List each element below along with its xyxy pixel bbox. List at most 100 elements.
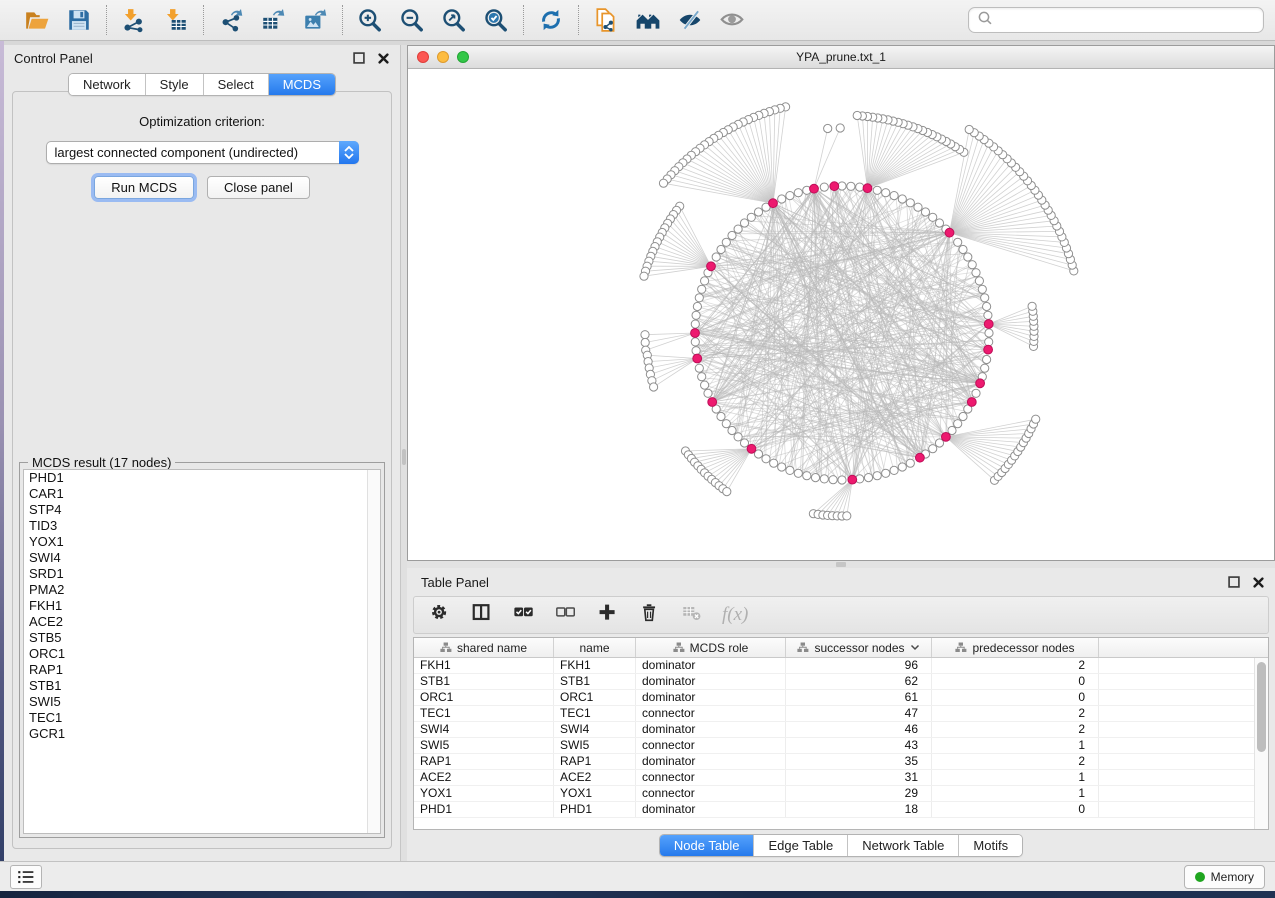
toolbar-group (524, 4, 578, 36)
delete-column-button[interactable] (638, 602, 662, 628)
table-row[interactable]: FKH1FKH1dominator962 (414, 658, 1254, 674)
search-field[interactable] (968, 7, 1264, 33)
table-row[interactable]: ORC1ORC1dominator610 (414, 690, 1254, 706)
export-network-button[interactable] (214, 4, 248, 36)
close-table-panel-icon[interactable] (1251, 575, 1265, 589)
table-scrollbar-thumb[interactable] (1257, 662, 1266, 752)
table-row[interactable]: YOX1YOX1connector291 (414, 786, 1254, 802)
table-tabs: Node TableEdge TableNetwork TableMotifs (659, 834, 1023, 857)
float-table-panel-icon[interactable] (1227, 575, 1241, 589)
mcds-result-item[interactable]: STP4 (24, 502, 380, 518)
mcds-result-item[interactable]: YOX1 (24, 534, 380, 550)
export-image-button[interactable] (298, 4, 332, 36)
search-input[interactable] (998, 12, 1255, 29)
run-mcds-button[interactable]: Run MCDS (94, 176, 194, 199)
cell: PHD1 (554, 802, 636, 817)
network-graph[interactable] (408, 69, 1274, 559)
table-row[interactable]: SWI5SWI5connector431 (414, 738, 1254, 754)
zoom-out-button[interactable] (395, 4, 429, 36)
zoom-selected-button[interactable] (479, 4, 513, 36)
mcds-result-item[interactable]: RAP1 (24, 662, 380, 678)
mcds-result-item[interactable]: TID3 (24, 518, 380, 534)
criterion-dropdown[interactable]: largest connected component (undirected) (46, 141, 359, 164)
cell: YOX1 (554, 786, 636, 801)
mcds-result-item[interactable]: SWI5 (24, 694, 380, 710)
table-row[interactable]: STB1STB1dominator620 (414, 674, 1254, 690)
hide-details-button[interactable] (673, 4, 707, 36)
export-table-button[interactable] (256, 4, 290, 36)
memory-button[interactable]: Memory (1184, 865, 1265, 889)
column-header-shared-name[interactable]: shared name (414, 638, 554, 657)
refresh-network-button[interactable] (534, 4, 568, 36)
table-row[interactable]: RAP1RAP1dominator352 (414, 754, 1254, 770)
mcds-result-item[interactable]: ORC1 (24, 646, 380, 662)
refresh-network-icon (538, 7, 564, 33)
tab-style[interactable]: Style (146, 74, 204, 95)
table-row[interactable]: SWI4SWI4dominator462 (414, 722, 1254, 738)
select-all-icon (513, 602, 535, 629)
tab-network[interactable]: Network (69, 74, 146, 95)
show-column-button[interactable] (470, 602, 494, 628)
clone-network-button[interactable] (589, 4, 623, 36)
close-panel-button[interactable]: Close panel (207, 176, 310, 199)
float-window-icon[interactable] (352, 51, 366, 65)
import-network-button[interactable] (117, 4, 151, 36)
mcds-list-scrollbar[interactable] (367, 470, 380, 833)
cell: dominator (636, 690, 786, 705)
zoom-in-button[interactable] (353, 4, 387, 36)
hide-details-icon (677, 7, 703, 33)
task-history-button[interactable] (10, 865, 42, 889)
cell: 0 (932, 802, 1099, 817)
column-header-successor-nodes[interactable]: successor nodes (786, 638, 932, 657)
show-details-button[interactable] (715, 4, 749, 36)
clone-network-icon (593, 7, 619, 33)
mcds-result-title: MCDS result (17 nodes) (28, 455, 175, 470)
cell: FKH1 (554, 658, 636, 673)
tab-select[interactable]: Select (204, 74, 269, 95)
table-row[interactable]: PHD1PHD1dominator180 (414, 802, 1254, 818)
cell: 2 (932, 658, 1099, 673)
toolbar-group (204, 4, 342, 36)
tab-mcds[interactable]: MCDS (269, 74, 335, 95)
tab-node-table[interactable]: Node Table (660, 835, 755, 856)
tab-motifs[interactable]: Motifs (959, 835, 1022, 856)
add-column-button[interactable] (596, 602, 620, 628)
zoom-fit-button[interactable] (437, 4, 471, 36)
desktop-wallpaper-bottom (0, 891, 1275, 898)
network-overview-button[interactable] (631, 4, 665, 36)
splitter-handle[interactable] (402, 449, 406, 465)
mcds-result-item[interactable]: PHD1 (24, 470, 380, 486)
mcds-result-item[interactable]: CAR1 (24, 486, 380, 502)
mcds-result-item[interactable]: STB1 (24, 678, 380, 694)
mcds-result-item[interactable]: SRD1 (24, 566, 380, 582)
column-header-MCDS-role[interactable]: MCDS role (636, 638, 786, 657)
mcds-result-item[interactable]: GCR1 (24, 726, 380, 742)
mcds-result-item[interactable]: STB5 (24, 630, 380, 646)
column-header-predecessor-nodes[interactable]: predecessor nodes (932, 638, 1099, 657)
tab-network-table[interactable]: Network Table (848, 835, 959, 856)
import-table-button[interactable] (159, 4, 193, 36)
table-splitter-handle[interactable] (836, 562, 846, 567)
mcds-result-item[interactable]: SWI4 (24, 550, 380, 566)
network-canvas[interactable] (408, 69, 1274, 560)
settings-gear-button[interactable] (428, 602, 452, 628)
mcds-result-item[interactable]: TEC1 (24, 710, 380, 726)
deselect-all-button[interactable] (554, 602, 578, 628)
export-table-icon (260, 7, 286, 33)
mcds-result-item[interactable]: FKH1 (24, 598, 380, 614)
select-all-button[interactable] (512, 602, 536, 628)
mcds-result-item[interactable]: ACE2 (24, 614, 380, 630)
table-row[interactable]: ACE2ACE2connector311 (414, 770, 1254, 786)
cell: STB1 (414, 674, 554, 689)
table-row[interactable]: TEC1TEC1connector472 (414, 706, 1254, 722)
save-button[interactable] (62, 4, 96, 36)
table-scrollbar[interactable] (1254, 658, 1268, 829)
tab-edge-table[interactable]: Edge Table (754, 835, 848, 856)
deselect-all-icon (555, 602, 577, 629)
column-header-name[interactable]: name (554, 638, 636, 657)
table-splitter[interactable] (407, 561, 1275, 568)
open-folder-button[interactable] (20, 4, 54, 36)
close-panel-icon[interactable] (376, 51, 390, 65)
criterion-selected-value: largest connected component (undirected) (47, 145, 339, 160)
mcds-result-item[interactable]: PMA2 (24, 582, 380, 598)
